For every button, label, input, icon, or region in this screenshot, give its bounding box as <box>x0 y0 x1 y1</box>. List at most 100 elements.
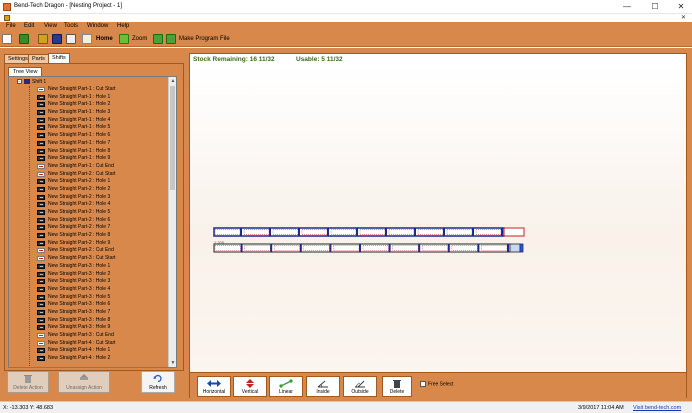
child-close-button[interactable]: ✕ <box>681 14 686 21</box>
menu-file[interactable]: File <box>6 23 16 29</box>
grid-icon[interactable] <box>153 34 163 44</box>
collapse-icon[interactable]: − <box>17 79 22 85</box>
linear-button[interactable]: Linear <box>269 376 303 397</box>
tree-item-label: New Straight Part-1 : Hole 3 <box>48 109 111 116</box>
zoom-label[interactable]: Zoom <box>132 36 147 42</box>
dropdown-icon[interactable] <box>19 34 29 44</box>
tree-item[interactable]: New Straight Part-2 : Cut Start <box>37 171 167 179</box>
hole-icon <box>37 102 45 108</box>
tree-item[interactable]: New Straight Part-3 : Hole 8 <box>37 317 167 325</box>
tree-item[interactable]: New Straight Part-1 : Hole 4 <box>37 117 167 125</box>
make-program-file-button[interactable]: Make Program File <box>179 36 230 42</box>
mdi-child-bar: ✕ <box>0 14 692 22</box>
menu-help[interactable]: Help <box>117 23 129 29</box>
zoom-icon[interactable] <box>119 34 129 44</box>
stock-bar-upper[interactable] <box>213 227 505 237</box>
tab-parts[interactable]: Parts <box>28 54 49 63</box>
delete-action-button[interactable]: Delete Action <box>7 371 49 393</box>
nesting-canvas[interactable]: 1.205 <box>190 66 686 372</box>
home-label[interactable]: Home <box>96 36 113 42</box>
tree-item-label: New Straight Part-2 : Hole 9 <box>48 239 111 246</box>
tree-item[interactable]: New Straight Part-1 : Hole 5 <box>37 124 167 132</box>
scroll-thumb[interactable] <box>170 86 175 190</box>
menu-edit[interactable]: Edit <box>24 23 34 29</box>
hole-icon <box>37 117 45 123</box>
open-icon[interactable] <box>38 34 48 44</box>
scroll-down-icon[interactable]: ▼ <box>169 359 176 367</box>
menu-view[interactable]: View <box>44 23 57 29</box>
website-link[interactable]: Visit bend-tech.com <box>633 405 681 411</box>
tree-item[interactable]: New Straight Part-3 : Hole 1 <box>37 263 167 271</box>
tree-item[interactable]: New Straight Part-3 : Hole 7 <box>37 309 167 317</box>
inside-button[interactable]: Inside <box>306 376 340 397</box>
tree-item[interactable]: New Straight Part-2 : Hole 3 <box>37 194 167 202</box>
vertical-button[interactable]: Vertical <box>233 376 267 397</box>
stock-end-cap[interactable] <box>509 243 521 253</box>
tree-item[interactable]: New Straight Part-3 : Hole 3 <box>37 278 167 286</box>
menu-tools[interactable]: Tools <box>64 23 78 29</box>
delete-button[interactable]: Delete <box>382 376 412 397</box>
tree-item[interactable]: New Straight Part-4 : Hole 1 <box>37 347 167 355</box>
tree-item[interactable]: New Straight Part-3 : Hole 4 <box>37 286 167 294</box>
tree-item[interactable]: New Straight Part-3 : Hole 2 <box>37 271 167 279</box>
tree-item[interactable]: New Straight Part-2 : Hole 8 <box>37 232 167 240</box>
tree-item[interactable]: New Straight Part-1 : Hole 1 <box>37 94 167 102</box>
free-select-checkbox[interactable]: Free Select <box>420 381 454 387</box>
tree-item[interactable]: New Straight Part-1 : Cut Start <box>37 86 167 94</box>
stock-drawing[interactable]: 1.205 <box>190 66 686 372</box>
print-icon[interactable] <box>66 34 76 44</box>
menu-window[interactable]: Window <box>87 23 108 29</box>
hole-icon <box>37 271 45 277</box>
stock-bar-lower[interactable] <box>213 243 511 253</box>
tree-item[interactable]: New Straight Part-1 : Cut End <box>37 163 167 171</box>
tree-item[interactable]: New Straight Part-2 : Cut End <box>37 247 167 255</box>
tree-item[interactable]: New Straight Part-2 : Hole 9 <box>37 240 167 248</box>
hole-icon <box>37 263 45 269</box>
tab-tree-view[interactable]: Tree View <box>8 67 43 76</box>
tree-item[interactable]: New Straight Part-3 : Hole 6 <box>37 301 167 309</box>
tree-item[interactable]: New Straight Part-1 : Hole 3 <box>37 109 167 117</box>
tree-item[interactable]: New Straight Part-3 : Cut Start <box>37 255 167 263</box>
scroll-up-icon[interactable]: ▲ <box>169 77 176 85</box>
horizontal-button[interactable]: Horizontal <box>197 376 231 397</box>
tree-item[interactable]: New Straight Part-2 : Hole 1 <box>37 178 167 186</box>
tree-item-label: New Straight Part-3 : Hole 5 <box>48 293 111 300</box>
tree-item[interactable]: New Straight Part-1 : Hole 7 <box>37 140 167 148</box>
part-divider <box>477 244 480 252</box>
tree-item[interactable]: New Straight Part-4 : Cut Start <box>37 340 167 348</box>
program-file-icon[interactable] <box>166 34 176 44</box>
tree-item[interactable]: New Straight Part-1 : Hole 9 <box>37 155 167 163</box>
stock-end-marker[interactable] <box>519 243 524 253</box>
stock-remnant-upper[interactable] <box>503 227 525 237</box>
tree-item[interactable]: New Straight Part-2 : Hole 7 <box>37 224 167 232</box>
tree-item[interactable]: New Straight Part-4 : Hole 2 <box>37 355 167 363</box>
tree-item[interactable]: New Straight Part-1 : Hole 8 <box>37 148 167 156</box>
tree-item[interactable]: New Straight Part-2 : Hole 6 <box>37 217 167 225</box>
hole-icon <box>37 156 45 162</box>
tree-item[interactable]: New Straight Part-2 : Hole 5 <box>37 209 167 217</box>
tree-item[interactable]: New Straight Part-2 : Hole 4 <box>37 201 167 209</box>
tree-item[interactable]: New Straight Part-3 : Hole 9 <box>37 324 167 332</box>
tree-item-label: New Straight Part-2 : Hole 4 <box>48 201 111 208</box>
tab-shifts[interactable]: Shifts <box>48 53 70 63</box>
unassign-action-button[interactable]: Unassign Action <box>58 371 110 393</box>
maximize-button[interactable]: ☐ <box>642 0 668 14</box>
checkbox-icon[interactable] <box>420 381 426 387</box>
tree-item[interactable]: New Straight Part-1 : Hole 2 <box>37 101 167 109</box>
home-icon[interactable] <box>82 34 92 44</box>
part-divider <box>270 244 273 252</box>
new-icon[interactable] <box>2 34 12 44</box>
tree-scrollbar[interactable]: ▲ ▼ <box>168 77 176 367</box>
outside-button[interactable]: Outside <box>343 376 377 397</box>
tree-item[interactable]: New Straight Part-3 : Cut End <box>37 332 167 340</box>
tree-root-shift[interactable]: − Shift 1 <box>17 79 46 86</box>
minimize-button[interactable]: — <box>614 0 640 14</box>
close-button[interactable]: ✕ <box>668 0 692 14</box>
cut-icon <box>37 340 45 346</box>
tree-item[interactable]: New Straight Part-1 : Hole 6 <box>37 132 167 140</box>
status-bar: X: -13.303 Y: 48.683 3/9/2017 11:04 AM V… <box>0 401 692 413</box>
tree-item[interactable]: New Straight Part-2 : Hole 2 <box>37 186 167 194</box>
save-icon[interactable] <box>52 34 62 44</box>
refresh-button[interactable]: Refresh <box>141 371 175 393</box>
tree-item[interactable]: New Straight Part-3 : Hole 5 <box>37 294 167 302</box>
